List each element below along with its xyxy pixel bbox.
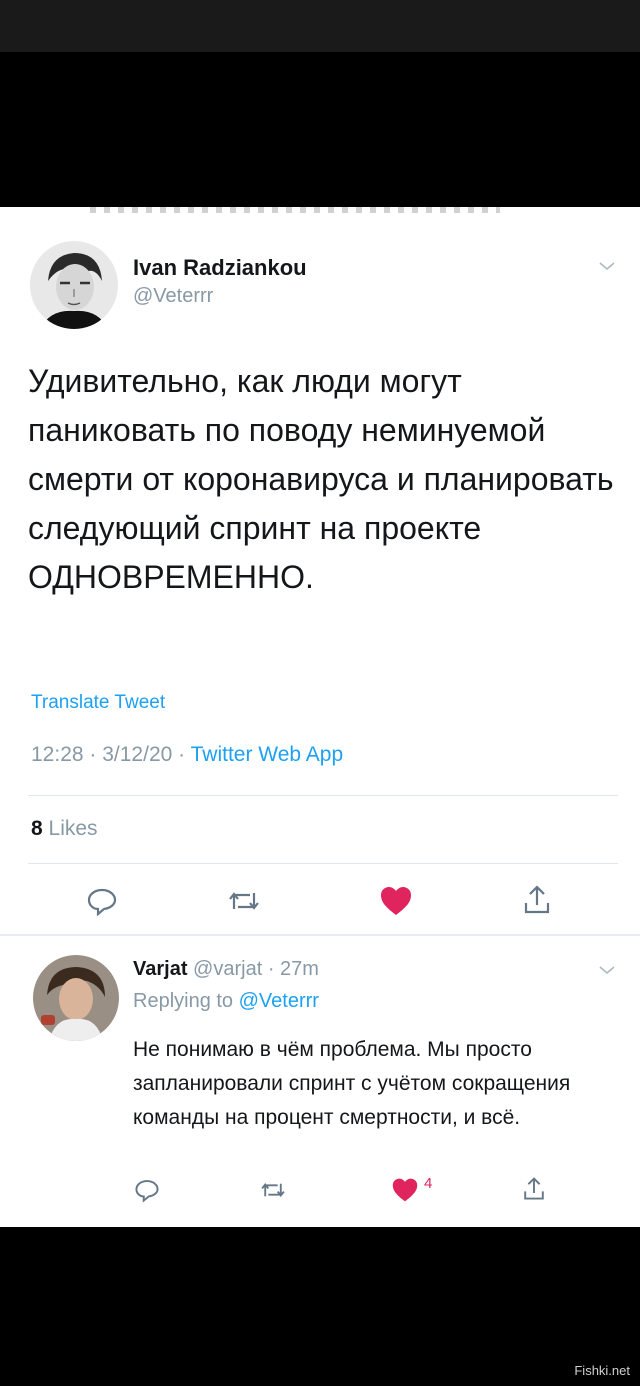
share-icon[interactable]: [522, 1175, 546, 1203]
meta-separator: ·: [267, 958, 281, 980]
tweet-card: Ivan Radziankou @Veterrr Удивительно, ка…: [0, 207, 640, 1227]
author-name[interactable]: Ivan Radziankou: [133, 255, 307, 281]
replying-label: Replying to: [133, 990, 234, 1012]
divider: [28, 863, 618, 864]
divider: [28, 795, 618, 796]
likes-count[interactable]: 8 Likes: [31, 817, 98, 841]
share-icon[interactable]: [522, 883, 552, 917]
reply-text: Не понимаю в чём проблема. Мы просто зап…: [133, 1038, 571, 1129]
reply-icon[interactable]: [86, 885, 118, 917]
meta-separator: ·: [178, 743, 191, 766]
tweet-time[interactable]: 12:28: [31, 743, 84, 766]
reply-avatar[interactable]: [33, 955, 119, 1041]
heart-icon[interactable]: [379, 885, 413, 917]
reply-author-handle[interactable]: @varjat: [193, 958, 262, 980]
reply-header: Varjat @varjat · 27m: [133, 958, 319, 981]
retweet-icon[interactable]: [259, 1179, 287, 1201]
tweet-meta: 12:28 · 3/12/20 · Twitter Web App: [31, 743, 343, 767]
meta-separator: ·: [89, 743, 103, 766]
reply-author-name[interactable]: Varjat: [133, 958, 187, 980]
tweet-source[interactable]: Twitter Web App: [191, 743, 344, 766]
tweet-separator: [0, 934, 640, 936]
avatar[interactable]: [30, 241, 118, 329]
reply-icon[interactable]: [134, 1177, 160, 1203]
reply-age[interactable]: 27m: [280, 958, 319, 980]
watermark: Fishki.net: [574, 1363, 630, 1378]
replying-to: Replying to @Veterrr: [133, 990, 319, 1013]
top-bar: [0, 0, 640, 52]
retweet-icon[interactable]: [226, 887, 262, 915]
tweet-text: Удивительно, как люди могут паниковать п…: [28, 363, 614, 595]
translate-tweet-link[interactable]: Translate Tweet: [31, 692, 165, 714]
reply-like-count: 4: [424, 1175, 433, 1192]
heart-icon[interactable]: [391, 1177, 419, 1203]
author-handle[interactable]: @Veterrr: [133, 285, 213, 308]
likes-number: 8: [31, 817, 43, 840]
main-tweet: Ivan Radziankou @Veterrr Удивительно, ка…: [0, 207, 640, 934]
chevron-down-icon[interactable]: [598, 257, 616, 275]
chevron-down-icon[interactable]: [598, 961, 616, 979]
replying-to-handle[interactable]: @Veterrr: [239, 990, 319, 1012]
likes-label: Likes: [48, 817, 98, 840]
tweet-date[interactable]: 3/12/20: [102, 743, 172, 766]
